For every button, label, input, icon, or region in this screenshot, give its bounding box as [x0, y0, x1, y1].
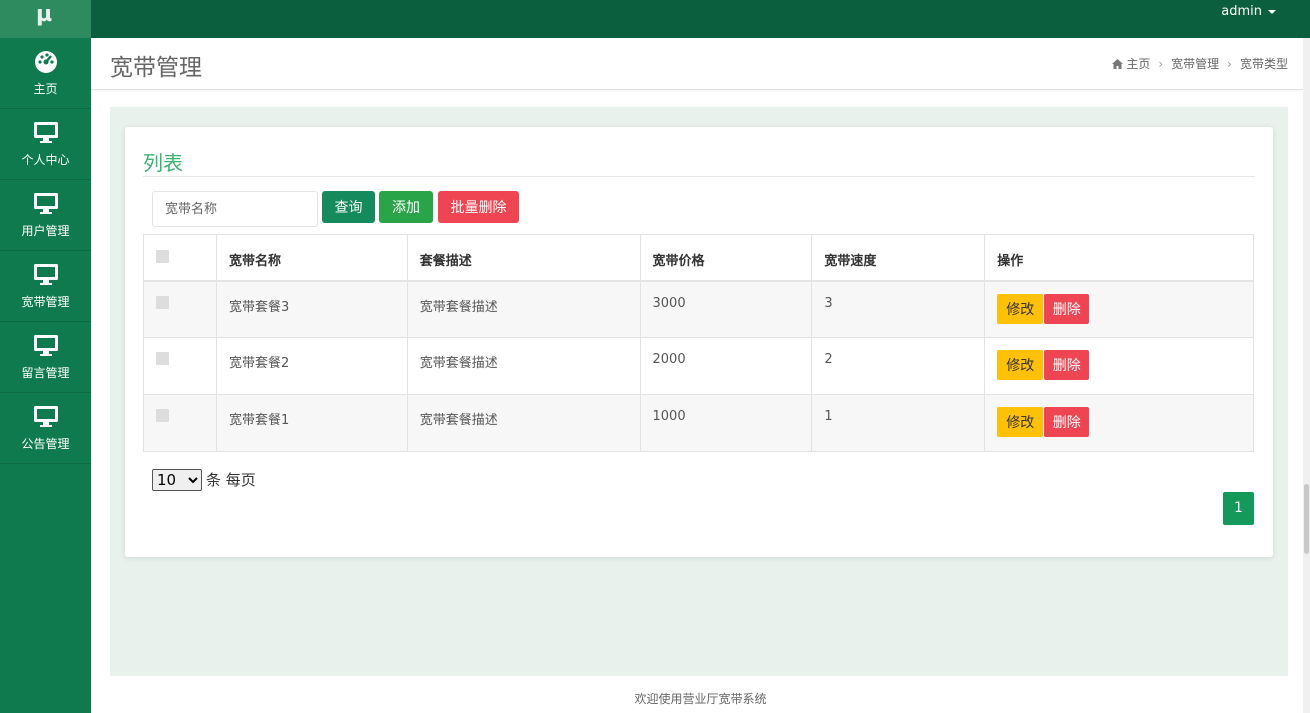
column-header: 套餐描述	[406, 234, 641, 282]
breadcrumb: 主页 › 宽带管理 › 宽带类型	[1112, 55, 1288, 72]
monitor-icon	[33, 122, 58, 143]
sidebar-item-broadband-management[interactable]: 宽带管理	[0, 251, 91, 322]
table-row: 宽带套餐2 宽带套餐描述 2000 2 修改 删除	[143, 337, 1254, 395]
column-header: 宽带速度	[811, 234, 986, 282]
sidebar-item-label: 主页	[33, 82, 58, 96]
list-panel: 列表 查询 添加 批量删除 宽带名称 套餐描述 宽带价格 宽带速度 操作 宽带套…	[125, 127, 1273, 557]
edit-button[interactable]: 修改	[997, 407, 1044, 437]
row-checkbox[interactable]	[156, 352, 169, 365]
row-select-cell	[143, 394, 217, 452]
cell-speed: 1	[811, 394, 986, 452]
page-header: 宽带管理 主页 › 宽带管理 › 宽带类型	[91, 38, 1310, 90]
column-header: 宽带价格	[639, 234, 813, 282]
sidebar-item-label: 留言管理	[21, 366, 70, 380]
monitor-icon	[33, 193, 58, 214]
cell-price: 2000	[639, 337, 813, 395]
edit-button[interactable]: 修改	[997, 350, 1044, 380]
cell-actions: 修改 删除	[984, 337, 1254, 395]
page-size-select[interactable]: 10	[152, 469, 202, 491]
footer-text: 欢迎使用营业厅宽带系统	[634, 692, 767, 706]
breadcrumb-item-broadband[interactable]: 宽带管理	[1171, 57, 1219, 71]
app-logo: µ	[0, 0, 91, 38]
search-input[interactable]	[152, 191, 318, 227]
chevron-right-icon: ›	[1158, 57, 1164, 71]
sidebar-item-home[interactable]: 主页	[0, 38, 91, 109]
sidebar-item-label: 宽带管理	[21, 295, 70, 309]
footer: 欢迎使用营业厅宽带系统	[91, 676, 1310, 713]
cell-speed: 2	[811, 337, 986, 395]
scrollbar-thumb[interactable]	[1304, 484, 1309, 554]
user-menu-dropdown[interactable]: admin	[1221, 4, 1276, 19]
sidebar-item-label: 用户管理	[21, 224, 70, 238]
cell-price: 1000	[639, 394, 813, 452]
user-name-label: admin	[1221, 4, 1262, 19]
monitor-icon	[33, 335, 58, 356]
select-all-checkbox[interactable]	[156, 250, 169, 263]
top-navbar: µ admin	[0, 0, 1310, 38]
caret-down-icon	[1268, 9, 1276, 14]
row-select-cell	[143, 280, 217, 338]
sidebar: 主页 个人中心 用户管理 宽带管理 留言管理 公告管理	[0, 38, 91, 713]
page-size-control: 10条 每页	[152, 469, 256, 491]
edit-button[interactable]: 修改	[997, 293, 1044, 324]
cell-speed: 3	[811, 280, 986, 338]
cell-price: 3000	[639, 280, 813, 338]
row-select-cell	[143, 337, 217, 395]
query-button[interactable]: 查询	[322, 191, 375, 223]
cell-name: 宽带套餐1	[215, 394, 408, 452]
chevron-right-icon: ›	[1227, 57, 1232, 71]
sidebar-item-user-management[interactable]: 用户管理	[0, 180, 91, 251]
column-header: 操作	[984, 234, 1254, 282]
panel-divider	[143, 176, 1255, 177]
cell-name: 宽带套餐3	[215, 280, 408, 338]
cell-desc: 宽带套餐描述	[406, 394, 641, 452]
breadcrumb-item-home[interactable]: 主页	[1126, 57, 1150, 71]
home-icon	[1112, 59, 1124, 69]
batch-delete-button[interactable]: 批量删除	[438, 191, 519, 223]
table-row: 宽带套餐3 宽带套餐描述 3000 3 修改 删除	[143, 280, 1254, 338]
delete-button[interactable]: 删除	[1044, 350, 1090, 380]
sidebar-item-notice-management[interactable]: 公告管理	[0, 393, 91, 464]
dashboard-icon	[34, 51, 57, 73]
page-size-suffix: 条 每页	[206, 471, 256, 489]
vertical-scrollbar[interactable]	[1303, 38, 1310, 713]
data-table: 宽带名称 套餐描述 宽带价格 宽带速度 操作 宽带套餐3 宽带套餐描述 3000…	[143, 234, 1254, 452]
column-header: 宽带名称	[215, 234, 408, 282]
sidebar-item-label: 个人中心	[21, 153, 70, 167]
sidebar-item-message-management[interactable]: 留言管理	[0, 322, 91, 393]
cell-actions: 修改 删除	[984, 394, 1254, 452]
monitor-icon	[33, 264, 58, 285]
monitor-icon	[33, 406, 58, 427]
table-header-row: 宽带名称 套餐描述 宽带价格 宽带速度 操作	[143, 234, 1254, 282]
breadcrumb-item-current: 宽带类型	[1239, 57, 1288, 71]
table-row: 宽带套餐1 宽带套餐描述 1000 1 修改 删除	[143, 394, 1254, 452]
page-title: 宽带管理	[110, 55, 202, 81]
delete-button[interactable]: 删除	[1044, 293, 1090, 324]
panel-title: 列表	[143, 151, 183, 175]
sidebar-item-personal-center[interactable]: 个人中心	[0, 109, 91, 180]
delete-button[interactable]: 删除	[1044, 407, 1090, 437]
sidebar-item-label: 公告管理	[21, 437, 70, 451]
page-button-current[interactable]: 1	[1223, 492, 1254, 525]
row-checkbox[interactable]	[156, 295, 169, 309]
cell-desc: 宽带套餐描述	[406, 280, 641, 338]
cell-actions: 修改 删除	[984, 280, 1254, 338]
row-checkbox[interactable]	[156, 409, 169, 422]
add-button[interactable]: 添加	[379, 191, 433, 223]
cell-name: 宽带套餐2	[215, 337, 408, 395]
cell-desc: 宽带套餐描述	[406, 337, 641, 395]
select-all-cell	[143, 234, 217, 282]
